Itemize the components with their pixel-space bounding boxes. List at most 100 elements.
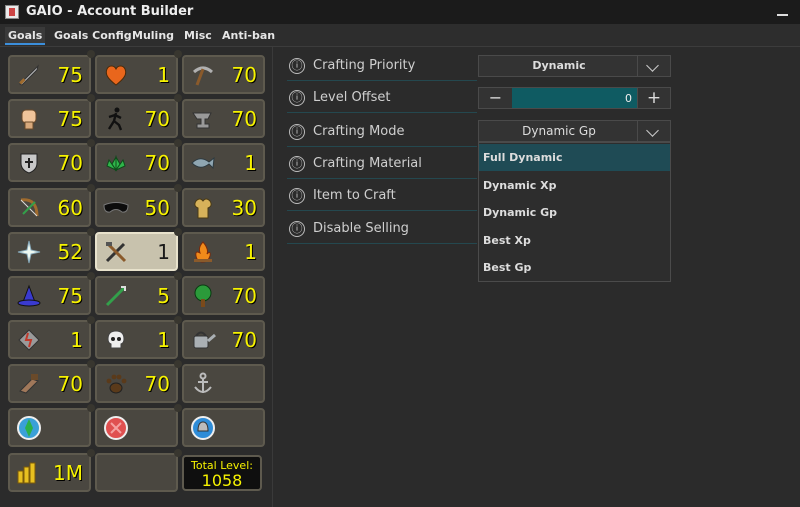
chevron-down-icon xyxy=(646,124,659,137)
tab-anti-ban[interactable]: Anti-ban xyxy=(219,27,278,45)
coins-value: 1M xyxy=(53,461,83,485)
option-dynamic-gp[interactable]: Dynamic Gp xyxy=(479,199,670,226)
skill-woodcutting[interactable]: 70 xyxy=(182,276,265,315)
skill-firemaking[interactable]: 1 xyxy=(182,232,265,271)
dropdown-arrow[interactable] xyxy=(637,56,670,76)
skill-ranged[interactable]: 60 xyxy=(8,188,91,227)
frame-rivet xyxy=(87,94,95,102)
row-divider xyxy=(287,178,477,179)
crafting-mode-value: Dynamic Gp xyxy=(522,124,596,138)
skill-fletching[interactable]: 5 xyxy=(95,276,178,315)
option-best-xp[interactable]: Best Xp xyxy=(479,227,670,254)
fletching-level: 5 xyxy=(157,284,170,308)
compass-icon xyxy=(16,415,42,441)
skill-strength[interactable]: 75 xyxy=(8,99,91,138)
fist-icon xyxy=(16,106,42,132)
empty-slot xyxy=(95,453,178,492)
frame-rivet xyxy=(87,139,95,147)
tab-goals[interactable]: Goals xyxy=(5,27,46,45)
slayer-level: 1 xyxy=(157,328,170,352)
crafting-material-label: Crafting Material xyxy=(313,156,422,171)
info-icon[interactable]: ⓘ xyxy=(289,156,305,172)
skill-crafting[interactable]: 1 xyxy=(95,232,178,271)
crafting-mode-row: ⓘ Crafting Mode xyxy=(287,121,477,147)
tab-misc[interactable]: Misc xyxy=(181,27,215,45)
row-divider xyxy=(287,112,477,113)
running-man-icon xyxy=(103,106,129,132)
skill-mining[interactable]: 70 xyxy=(182,55,265,94)
option-dynamic-xp[interactable]: Dynamic Xp xyxy=(479,172,670,199)
saw-icon xyxy=(16,371,42,397)
skill-thieving[interactable]: 50 xyxy=(95,188,178,227)
frame-rivet xyxy=(174,449,182,457)
info-icon[interactable]: ⓘ xyxy=(289,221,305,237)
skill-smithing[interactable]: 70 xyxy=(182,99,265,138)
chef-hat-icon xyxy=(190,195,216,221)
agility-level: 70 xyxy=(144,107,170,131)
crafting-priority-select[interactable]: Dynamic xyxy=(478,55,671,77)
runecraft-level: 1 xyxy=(70,328,83,352)
skill-agility[interactable]: 70 xyxy=(95,99,178,138)
chevron-down-icon xyxy=(646,59,659,72)
crafting-mode-select[interactable]: Dynamic Gp xyxy=(478,120,671,142)
crafting-material-row: ⓘ Crafting Material xyxy=(287,153,477,179)
tab-muling[interactable]: Muling xyxy=(129,27,177,45)
prayer-level: 52 xyxy=(57,240,83,264)
woodcutting-level: 70 xyxy=(231,284,257,308)
frame-rivet xyxy=(174,316,182,324)
dropdown-arrow[interactable] xyxy=(637,121,670,141)
option-full-dynamic[interactable]: Full Dynamic xyxy=(479,144,670,171)
skill-hunter[interactable]: 70 xyxy=(95,364,178,403)
frame-rivet xyxy=(174,139,182,147)
compass-button[interactable] xyxy=(8,408,91,447)
skill-fishing[interactable]: 1 xyxy=(182,143,265,182)
fish-icon xyxy=(190,150,216,176)
item-to-craft-row: ⓘ Item to Craft xyxy=(287,185,477,211)
tab-bar: Goals Goals Config Muling Misc Anti-ban xyxy=(0,24,800,47)
frame-rivet xyxy=(87,449,95,457)
fire-icon xyxy=(190,239,216,265)
info-icon[interactable]: ⓘ xyxy=(289,188,305,204)
skill-magic[interactable]: 75 xyxy=(8,276,91,315)
mask-icon xyxy=(103,195,129,221)
level-offset-value: 0 xyxy=(625,92,632,105)
total-level-value: 1058 xyxy=(201,471,243,490)
level-offset-stepper[interactable]: − 0 + xyxy=(478,87,671,109)
info-icon[interactable]: ⓘ xyxy=(289,58,305,74)
skill-prayer[interactable]: 52 xyxy=(8,232,91,271)
option-best-gp[interactable]: Best Gp xyxy=(479,254,670,281)
decrement-button[interactable]: − xyxy=(479,88,512,108)
skill-farming[interactable]: 70 xyxy=(182,320,265,359)
skill-attack[interactable]: 75 xyxy=(8,55,91,94)
thieving-level: 50 xyxy=(144,196,170,220)
frame-rivet xyxy=(174,94,182,102)
skill-hitpoints[interactable]: 1 xyxy=(95,55,178,94)
skill-construction[interactable]: 70 xyxy=(8,364,91,403)
skill-slayer[interactable]: 1 xyxy=(95,320,178,359)
skill-cooking[interactable]: 30 xyxy=(182,188,265,227)
skill-defence[interactable]: 70 xyxy=(8,143,91,182)
increment-button[interactable]: + xyxy=(637,88,670,108)
info-icon[interactable]: ⓘ xyxy=(289,124,305,140)
skill-runecraft[interactable]: 1 xyxy=(8,320,91,359)
info-icon[interactable]: ⓘ xyxy=(289,90,305,106)
row-divider xyxy=(287,80,477,81)
coins-icon xyxy=(16,460,42,486)
crafting-level: 1 xyxy=(157,240,170,264)
helmet-button[interactable] xyxy=(182,408,265,447)
strength-level: 75 xyxy=(57,107,83,131)
level-offset-input[interactable]: 0 xyxy=(512,88,638,108)
skill-sailing[interactable] xyxy=(182,364,265,403)
coins-box: 1M xyxy=(8,453,91,492)
frame-rivet xyxy=(87,184,95,192)
minimize-icon[interactable] xyxy=(776,5,790,19)
item-to-craft-label: Item to Craft xyxy=(313,188,396,203)
chisel-hammer-icon xyxy=(103,239,129,265)
row-divider xyxy=(287,210,477,211)
window-title: GAIO - Account Builder xyxy=(26,4,194,19)
tab-goals-config[interactable]: Goals Config xyxy=(51,27,135,45)
skill-herblore[interactable]: 70 xyxy=(95,143,178,182)
mining-level: 70 xyxy=(231,63,257,87)
red-orb-button[interactable] xyxy=(95,408,178,447)
frame-rivet xyxy=(87,228,95,236)
